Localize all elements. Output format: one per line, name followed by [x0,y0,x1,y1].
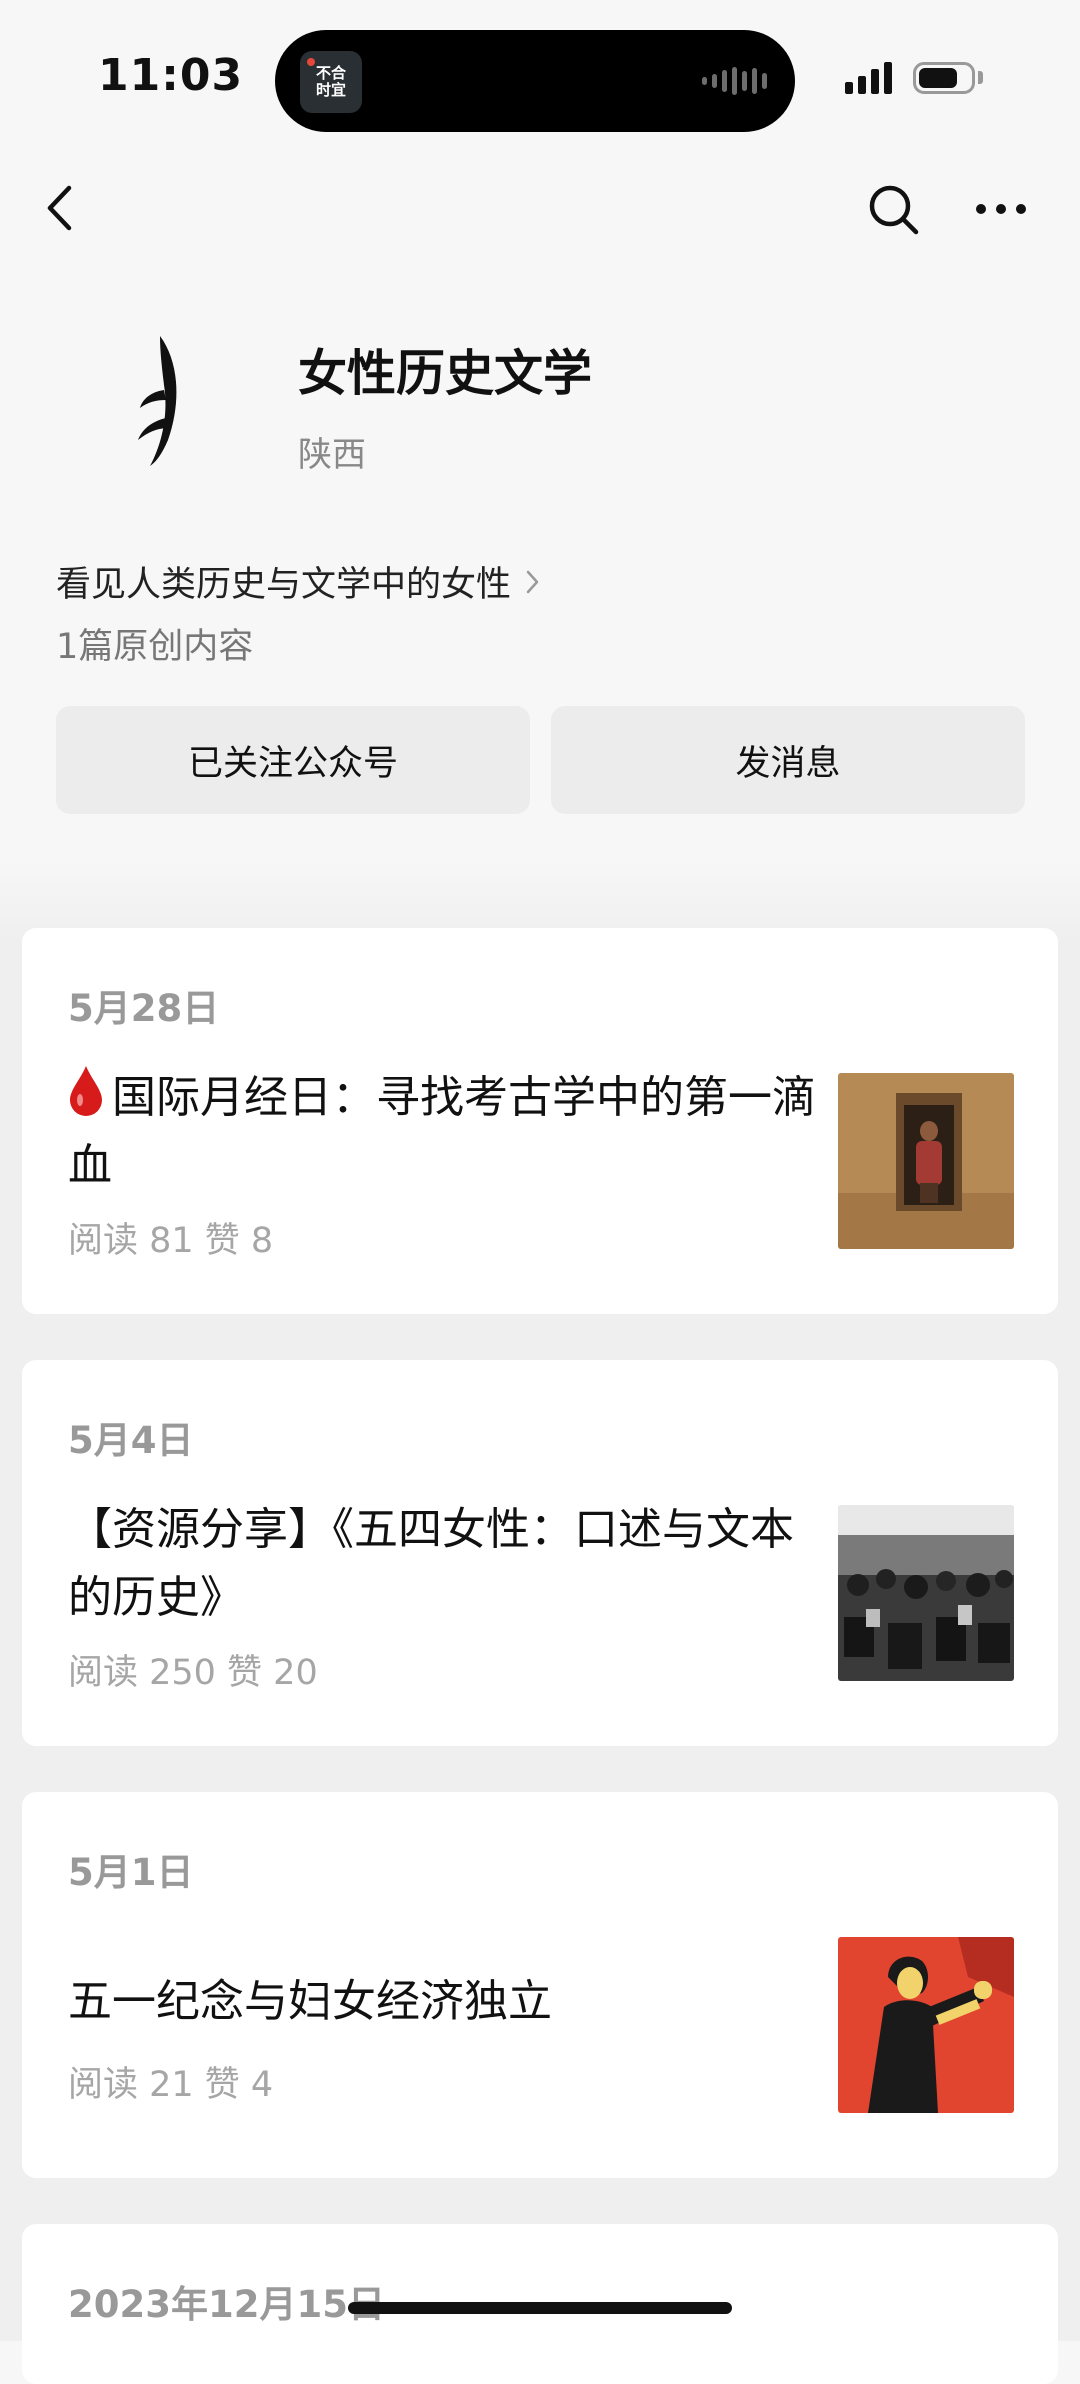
recording-dot-icon [307,58,315,66]
followed-account-button[interactable]: 已关注公众号 [56,706,530,814]
article-date: 2023年12月15日 [68,2283,385,2326]
article-title: 国际月经日：寻找考古学中的第一滴血 [68,1064,828,1200]
more-options-icon[interactable] [970,178,1032,240]
article-date: 5月4日 [68,1419,194,1462]
search-icon[interactable] [862,178,924,240]
battery-icon [913,62,975,94]
chevron-right-icon [526,570,539,593]
island-app-label-2: 时宜 [315,81,346,99]
original-content-count: 1篇原创内容 [56,627,254,667]
home-indicator[interactable] [348,2302,732,2314]
dynamic-island[interactable]: 不合 时宜 [275,30,795,132]
send-message-button[interactable]: 发消息 [551,706,1025,814]
cellular-signal-icon [845,60,892,94]
article-thumbnail[interactable] [838,1073,1014,1249]
article-card[interactable]: 5月4日 【资源分享】《五四女性：口述与文本的历史》 阅读 250 赞 20 [22,1360,1058,1746]
account-name: 女性历史文学 [298,345,593,402]
account-location: 陕西 [298,435,366,475]
island-app-icon: 不合 时宜 [300,51,362,113]
account-intro[interactable]: 看见人类历史与文学中的女性 [56,556,541,607]
article-stats: 阅读 81 赞 8 [68,1221,274,1261]
article-title: 【资源分享】《五四女性：口述与文本的历史》 [68,1504,794,1623]
article-stats: 阅读 250 赞 20 [68,1653,318,1693]
blood-drop-icon [70,1066,102,1116]
island-app-label-1: 不合 [315,64,346,82]
article-thumbnail[interactable] [838,1505,1014,1681]
account-logo[interactable] [120,330,190,470]
article-date: 5月28日 [68,987,220,1030]
status-time: 11:03 [98,50,244,101]
article-stats: 阅读 21 赞 4 [68,2065,274,2105]
article-title: 五一纪念与妇女经济独立 [68,1976,552,2027]
article-date: 5月1日 [68,1851,194,1894]
audio-waveform-icon [702,66,767,96]
article-thumbnail[interactable] [838,1937,1014,2113]
back-icon[interactable] [36,178,96,238]
battery-tip [978,71,983,84]
article-card[interactable]: 5月1日 五一纪念与妇女经济独立 阅读 21 赞 4 [22,1792,1058,2178]
account-intro-text: 看见人类历史与文学中的女性 [56,565,512,605]
article-card[interactable]: 5月28日 国际月经日：寻找考古学中的第一滴血 阅读 81 赞 8 [22,928,1058,1314]
